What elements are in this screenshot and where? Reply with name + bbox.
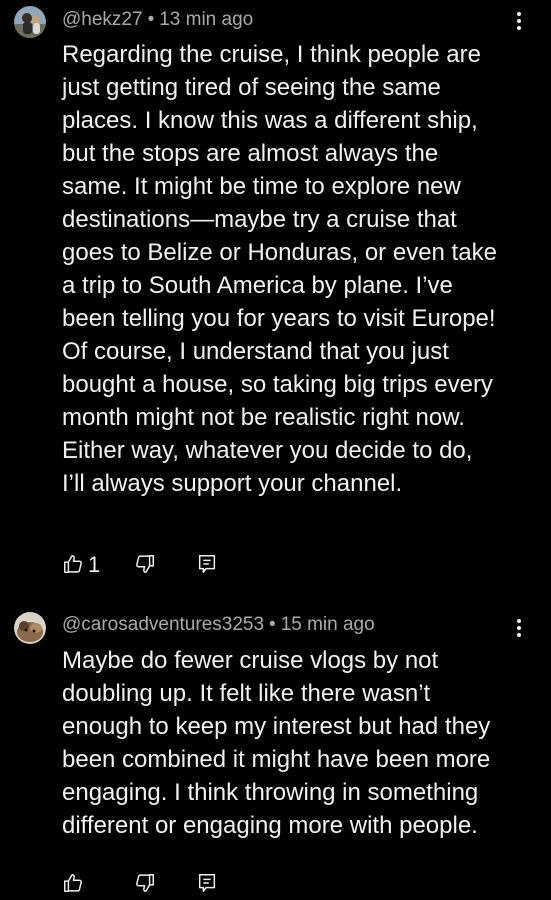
like-button[interactable]: 1 (62, 552, 112, 581)
comment-text: Maybe do fewer cruise vlogs by not doubl… (62, 647, 491, 839)
dislike-button[interactable] (134, 872, 158, 900)
comment-meta: @hekz27 • 13 min ago (62, 9, 253, 31)
reply-icon (198, 874, 216, 892)
reply-button[interactable] (196, 872, 220, 900)
like-count: 1 (88, 552, 101, 577)
author-name[interactable]: @hekz27 (62, 9, 143, 30)
dog-avatar-icon[interactable] (14, 612, 46, 644)
thumbs-down-icon (136, 555, 154, 573)
more-vert-icon[interactable] (512, 619, 526, 641)
comment-meta: @carosadventures3253 • 15 min ago (62, 614, 375, 636)
person-avatar-icon[interactable] (14, 6, 46, 38)
meta-separator: • (269, 614, 276, 635)
thumbs-down-icon (136, 874, 154, 892)
more-vert-icon[interactable] (512, 12, 526, 34)
comment-timestamp: 15 min ago (280, 614, 375, 635)
comment-timestamp: 13 min ago (159, 9, 254, 30)
comment-text: Regarding the cruise, I think people are… (62, 41, 497, 497)
author-name[interactable]: @carosadventures3253 (62, 614, 264, 635)
thumbs-up-icon (64, 874, 82, 892)
thumbs-up-icon (64, 555, 82, 573)
dislike-button[interactable] (134, 553, 158, 581)
reply-icon (198, 555, 216, 573)
reply-button[interactable] (196, 553, 220, 581)
like-button[interactable] (62, 872, 86, 900)
meta-separator: • (147, 9, 155, 30)
